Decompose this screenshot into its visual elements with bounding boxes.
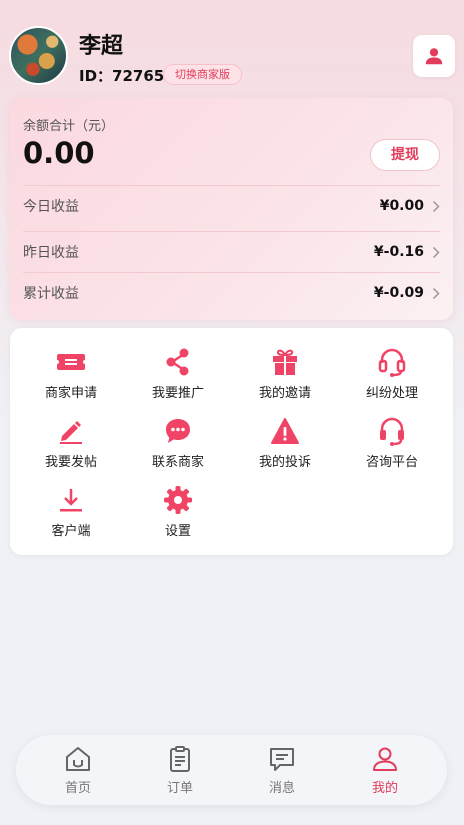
menu-item-label: 我要推广 xyxy=(151,386,204,401)
profile-button[interactable] xyxy=(413,35,455,77)
username: 李超 xyxy=(79,34,124,59)
headphones-icon xyxy=(380,417,404,446)
menu-item-label: 我要发帖 xyxy=(44,455,97,470)
user-icon xyxy=(373,747,397,771)
edit-icon xyxy=(60,421,82,444)
headset-icon xyxy=(378,348,406,377)
menu-item-complaints[interactable]: 我的投诉 xyxy=(235,414,335,474)
tab-orders[interactable]: 订单 xyxy=(140,745,220,797)
chat-bubble-icon xyxy=(166,419,190,443)
menu-item-label: 我的投诉 xyxy=(258,455,311,470)
stat-row-yesterday[interactable]: 昨日收益 ¥-0.16 xyxy=(23,231,440,272)
chevron-right-icon xyxy=(432,287,440,299)
menu-item-client[interactable]: 客户端 xyxy=(21,483,121,543)
ticket-icon xyxy=(57,354,85,370)
warning-icon xyxy=(271,418,299,444)
menu-grid: 商家申请 我要推广 我的邀请 纠纷处理 我要发帖 联系商家 我的投诉 咨询平台 … xyxy=(10,328,453,555)
tab-home[interactable]: 首页 xyxy=(38,745,118,797)
menu-item-label: 客户端 xyxy=(51,524,91,539)
stat-value: ¥0.00 xyxy=(379,198,424,214)
stat-value: ¥-0.09 xyxy=(373,285,424,301)
menu-item-label: 咨询平台 xyxy=(365,455,418,470)
balance-value: 0.00 xyxy=(23,136,95,170)
menu-item-label: 商家申请 xyxy=(44,386,97,401)
menu-item-consult-platform[interactable]: 咨询平台 xyxy=(342,414,442,474)
chevron-right-icon xyxy=(432,246,440,258)
menu-item-label: 设置 xyxy=(164,524,191,539)
menu-item-label: 我的邀请 xyxy=(258,386,311,401)
tab-label: 消息 xyxy=(268,781,295,796)
stat-label: 今日收益 xyxy=(23,199,79,215)
tab-mine[interactable]: 我的 xyxy=(345,745,425,797)
switch-merchant-button[interactable]: 切换商家版 xyxy=(163,64,242,85)
stat-row-total[interactable]: 累计收益 ¥-0.09 xyxy=(23,272,440,313)
gift-icon xyxy=(273,349,297,375)
profile-header: 李超 ID：72765 切换商家版 xyxy=(9,26,455,88)
menu-item-post[interactable]: 我要发帖 xyxy=(21,414,121,474)
stat-label: 累计收益 xyxy=(23,286,79,302)
balance-card: 余额合计（元） 0.00 提现 今日收益 ¥0.00 昨日收益 ¥-0.16 累… xyxy=(10,98,453,320)
stat-value: ¥-0.16 xyxy=(373,244,424,260)
download-icon xyxy=(60,489,82,512)
menu-item-promote[interactable]: 我要推广 xyxy=(128,345,228,405)
withdraw-button[interactable]: 提现 xyxy=(370,139,440,171)
stat-label: 昨日收益 xyxy=(23,245,79,261)
tab-label: 我的 xyxy=(371,781,398,796)
menu-item-label: 纠纷处理 xyxy=(365,386,418,401)
tab-label: 首页 xyxy=(64,781,91,796)
tab-label: 订单 xyxy=(166,781,193,796)
gear-icon xyxy=(164,486,192,514)
menu-item-contact-merchant[interactable]: 联系商家 xyxy=(128,414,228,474)
chevron-right-icon xyxy=(432,200,440,212)
tab-messages[interactable]: 消息 xyxy=(242,745,322,797)
message-icon xyxy=(270,748,294,771)
share-icon xyxy=(166,348,189,376)
bottom-tab-bar: 首页 订单 消息 我的 xyxy=(16,735,447,805)
avatar[interactable] xyxy=(9,26,68,85)
menu-item-my-invites[interactable]: 我的邀请 xyxy=(235,345,335,405)
menu-item-dispute[interactable]: 纠纷处理 xyxy=(342,345,442,405)
user-icon xyxy=(425,48,443,65)
stat-row-today[interactable]: 今日收益 ¥0.00 xyxy=(23,185,440,226)
balance-label: 余额合计（元） xyxy=(23,119,115,134)
menu-item-merchant-apply[interactable]: 商家申请 xyxy=(21,345,121,405)
home-icon xyxy=(66,747,90,771)
user-id: ID：72765 xyxy=(79,67,165,85)
menu-item-settings[interactable]: 设置 xyxy=(128,483,228,543)
menu-item-label: 联系商家 xyxy=(151,455,204,470)
clipboard-icon xyxy=(170,746,190,772)
